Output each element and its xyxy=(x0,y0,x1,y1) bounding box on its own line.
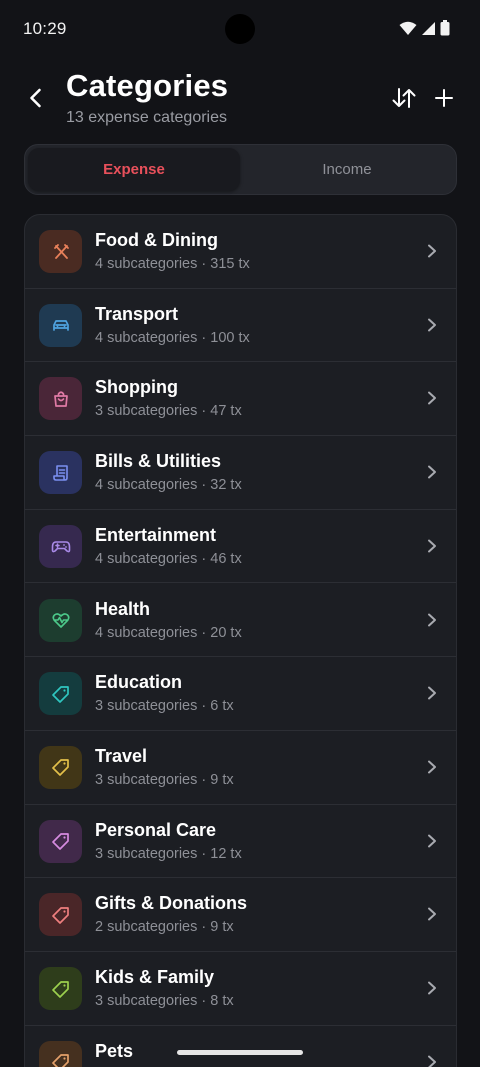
tag-icon xyxy=(39,1040,82,1067)
category-name: Gifts & Donations xyxy=(95,893,247,914)
wifi-icon xyxy=(399,21,417,41)
category-meta: 2 subcategories · 9 tx xyxy=(95,919,234,936)
chevron-right-icon xyxy=(422,536,442,556)
category-meta: 4 subcategories · 100 tx xyxy=(95,329,250,346)
category-name: Health xyxy=(95,598,151,619)
tab-expense[interactable]: Expense xyxy=(28,148,240,191)
sort-arrows-icon xyxy=(392,88,416,108)
category-name: Entertainment xyxy=(95,524,217,545)
page-subtitle: 13 expense categories xyxy=(66,109,227,126)
tab-income[interactable]: Income xyxy=(241,148,453,191)
category-meta: 3 subcategories · 12 tx xyxy=(95,845,242,862)
status-time: 10:29 xyxy=(23,19,67,38)
add-category-button[interactable] xyxy=(428,82,460,114)
category-row[interactable]: Entertainment 4 subcategories · 46 tx xyxy=(25,510,456,584)
page-title: Categories xyxy=(66,68,229,103)
chevron-right-icon xyxy=(422,241,442,261)
category-name: Transport xyxy=(95,303,179,324)
category-meta: 3 subcategories · 6 tx xyxy=(95,698,234,715)
category-name: Kids & Family xyxy=(95,967,215,987)
category-row[interactable]: Pets xyxy=(25,1026,456,1067)
plus-icon xyxy=(435,89,453,107)
chevron-left-icon xyxy=(30,88,41,108)
chevron-right-icon xyxy=(422,978,442,998)
category-name: Bills & Utilities xyxy=(95,451,222,472)
shopping-bag-icon xyxy=(39,377,82,421)
gamepad-icon xyxy=(39,524,82,568)
category-meta: 4 subcategories · 32 tx xyxy=(95,477,242,494)
category-name: Travel xyxy=(95,745,148,766)
chevron-right-icon xyxy=(422,1052,442,1067)
tag-icon xyxy=(39,819,82,863)
back-button[interactable] xyxy=(18,80,54,116)
category-name: Personal Care xyxy=(95,819,217,840)
chevron-right-icon xyxy=(422,904,442,924)
category-meta: 4 subcategories · 315 tx xyxy=(95,256,250,272)
category-name: Pets xyxy=(95,1040,134,1061)
chevron-right-icon xyxy=(422,462,442,482)
category-row[interactable]: Food & Dining 4 subcategories · 315 tx xyxy=(25,215,456,289)
sort-button[interactable] xyxy=(388,82,420,114)
tag-icon xyxy=(39,967,82,1010)
category-meta: 3 subcategories · 9 tx xyxy=(95,771,234,788)
chevron-right-icon xyxy=(422,683,442,703)
home-indicator[interactable] xyxy=(177,1050,303,1055)
category-row[interactable]: Shopping 3 subcategories · 47 tx xyxy=(25,362,456,437)
category-row[interactable]: Gifts & Donations 2 subcategories · 9 tx xyxy=(25,878,456,952)
tag-icon xyxy=(39,672,82,716)
category-row[interactable]: Bills & Utilities 4 subcategories · 32 tx xyxy=(25,436,456,510)
category-meta: 3 subcategories · 47 tx xyxy=(95,403,242,420)
category-row[interactable]: Education 3 subcategories · 6 tx xyxy=(25,657,456,731)
category-name: Education xyxy=(95,672,183,693)
heart-pulse-icon xyxy=(39,598,82,642)
category-row[interactable]: Kids & Family 3 subcategories · 8 tx xyxy=(25,952,456,1026)
chevron-right-icon xyxy=(422,610,442,630)
category-meta: 4 subcategories · 46 tx xyxy=(95,550,242,567)
camera-cutout xyxy=(225,14,255,44)
tag-icon xyxy=(39,745,82,789)
category-type-toggle: Expense Income xyxy=(24,144,457,195)
chevron-right-icon xyxy=(422,757,442,777)
chevron-right-icon xyxy=(422,831,442,851)
status-icons xyxy=(399,20,450,41)
signal-icon xyxy=(421,21,436,41)
fork-knife-icon xyxy=(39,230,82,273)
category-name: Shopping xyxy=(95,377,178,398)
car-icon xyxy=(39,303,82,347)
category-row[interactable]: Personal Care 3 subcategories · 12 tx xyxy=(25,805,456,879)
chevron-right-icon xyxy=(422,315,442,335)
category-name: Food & Dining xyxy=(95,230,218,250)
category-row[interactable]: Health 4 subcategories · 20 tx xyxy=(25,584,456,658)
category-meta: 4 subcategories · 20 tx xyxy=(95,624,242,641)
categories-screen: 10:29 Categories 13 expense categories E… xyxy=(0,0,480,1067)
battery-icon xyxy=(440,20,450,41)
category-row[interactable]: Travel 3 subcategories · 9 tx xyxy=(25,731,456,805)
category-list: Food & Dining 4 subcategories · 315 tx Tra… xyxy=(24,214,457,1067)
chevron-right-icon xyxy=(422,388,442,408)
receipt-icon xyxy=(39,451,82,495)
tag-icon xyxy=(39,893,82,937)
category-meta: 3 subcategories · 8 tx xyxy=(95,993,234,1009)
status-bar: 10:29 xyxy=(0,0,480,58)
category-row[interactable]: Transport 4 subcategories · 100 tx xyxy=(25,289,456,363)
